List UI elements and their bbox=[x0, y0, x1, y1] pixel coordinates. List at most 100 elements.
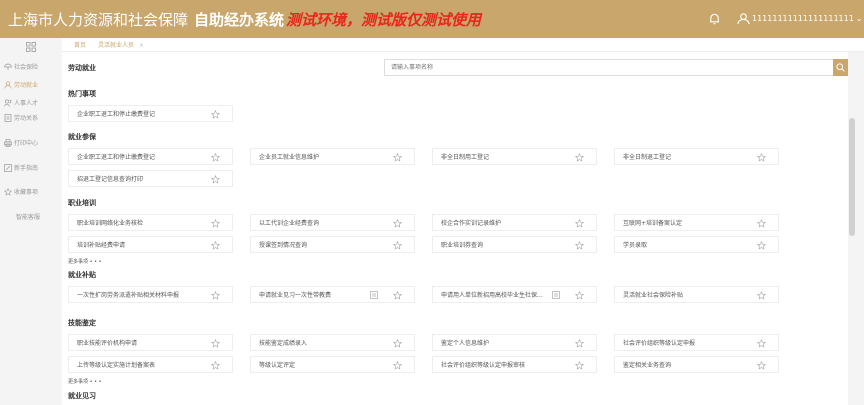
favorite-star-icon[interactable] bbox=[392, 240, 403, 250]
service-card-label: 申请就业见习一次性带教费 bbox=[259, 292, 332, 299]
service-card[interactable]: 企业员工就业信息维护 bbox=[250, 148, 415, 165]
favorite-star-icon[interactable] bbox=[210, 338, 221, 348]
service-card[interactable]: 等级认定评定 bbox=[250, 356, 415, 373]
sidebar-item-talent[interactable]: 人事人才 bbox=[4, 98, 38, 107]
favorite-star-icon[interactable] bbox=[574, 218, 585, 228]
user-menu[interactable]: 11111111111111111111 ⌄ bbox=[737, 12, 863, 25]
tab-home[interactable]: 首页 bbox=[74, 40, 86, 49]
close-icon[interactable]: × bbox=[139, 42, 144, 49]
service-card[interactable]: 职业培训网络化业务核检 bbox=[68, 214, 233, 231]
service-card[interactable]: 技能鉴定成绩录入 bbox=[250, 334, 415, 351]
service-card[interactable]: 招退工登记信息查询打印 bbox=[68, 170, 233, 187]
favorite-star-icon[interactable] bbox=[392, 218, 403, 228]
service-card[interactable]: 申请就业见习一次性带教费 bbox=[250, 286, 415, 303]
favorite-star-icon[interactable] bbox=[756, 290, 767, 300]
service-card[interactable]: 职业培训券查询 bbox=[432, 236, 597, 253]
favorite-star-icon[interactable] bbox=[756, 360, 767, 370]
service-card[interactable]: 社会评价组织等级认定申报审核 bbox=[432, 356, 597, 373]
service-card[interactable]: 企业职工退工和停止缴费登记 bbox=[68, 148, 233, 165]
service-card-label: 以工代训企业经费查询 bbox=[259, 220, 320, 227]
service-card[interactable]: 企业职工退工和停止缴费登记 bbox=[68, 105, 233, 122]
document-icon[interactable] bbox=[370, 291, 378, 299]
favorite-star-icon[interactable] bbox=[756, 240, 767, 250]
sidebar: 社会保险 劳动就业 人事人才 劳动关系 打印中心 新手指南 收藏事项 智能客服 bbox=[0, 38, 62, 405]
service-card[interactable]: 一次性扩岗劳务派遣补贴相关材料申报 bbox=[68, 286, 233, 303]
favorite-star-icon[interactable] bbox=[392, 152, 403, 162]
document-icon[interactable] bbox=[552, 291, 560, 299]
section-title: 就业见习 bbox=[68, 392, 96, 400]
service-card[interactable]: 上传等级认定实施计划备案表 bbox=[68, 356, 233, 373]
favorite-star-icon[interactable] bbox=[210, 152, 221, 162]
sidebar-item-social-insurance[interactable]: 社会保险 bbox=[4, 62, 38, 71]
user-icon bbox=[737, 13, 750, 25]
people-icon bbox=[4, 99, 12, 107]
favorite-star-icon[interactable] bbox=[210, 240, 221, 250]
grid-menu-icon[interactable] bbox=[26, 42, 36, 52]
service-card[interactable]: 非全日制用工登记 bbox=[432, 148, 597, 165]
favorite-star-icon[interactable] bbox=[210, 109, 221, 119]
more-items-link[interactable]: 更多事项 • • • bbox=[68, 378, 102, 385]
tab-bar: 首页 灵活就业人员 × bbox=[62, 38, 864, 52]
service-card[interactable]: 申请用人单位新招用高校毕业生社保... bbox=[432, 286, 597, 303]
service-card[interactable]: 社会评价组织等级认定申报 bbox=[614, 334, 779, 351]
service-card-label: 培训补贴经费申请 bbox=[77, 242, 126, 249]
service-card[interactable]: 非全日制退工登记 bbox=[614, 148, 779, 165]
favorite-star-icon[interactable] bbox=[756, 152, 767, 162]
service-card[interactable]: 授课签到情况查询 bbox=[250, 236, 415, 253]
service-card[interactable]: 鉴定个人信息维护 bbox=[432, 334, 597, 351]
sidebar-item-favorites[interactable]: 收藏事项 bbox=[4, 187, 38, 196]
service-card[interactable]: 职业技能评价机构申请 bbox=[68, 334, 233, 351]
favorite-star-icon[interactable] bbox=[756, 338, 767, 348]
person-icon bbox=[4, 80, 12, 89]
service-card-label: 申请用人单位新招用高校毕业生社保... bbox=[441, 292, 543, 299]
search-button[interactable] bbox=[833, 59, 848, 76]
page-title: 劳动就业 bbox=[68, 64, 96, 72]
service-card[interactable]: 以工代训企业经费查询 bbox=[250, 214, 415, 231]
favorite-star-icon[interactable] bbox=[574, 240, 585, 250]
service-card-label: 授课签到情况查询 bbox=[259, 242, 308, 249]
section-title: 就业补贴 bbox=[68, 271, 96, 279]
service-card[interactable]: 互联网+培训备案认定 bbox=[614, 214, 779, 231]
service-card-label: 等级认定评定 bbox=[259, 362, 296, 369]
service-card[interactable]: 灵活就业社会保险补贴 bbox=[614, 286, 779, 303]
tab-current[interactable]: 灵活就业人员 × bbox=[98, 40, 144, 49]
favorite-star-icon[interactable] bbox=[756, 218, 767, 228]
favorite-star-icon[interactable] bbox=[392, 338, 403, 348]
service-card-label: 非全日制退工登记 bbox=[623, 154, 672, 161]
search-bar: 劳动就业 bbox=[62, 59, 848, 77]
scrollbar-thumb[interactable] bbox=[849, 118, 855, 236]
search-input[interactable] bbox=[384, 59, 834, 76]
sidebar-item-guide[interactable]: 新手指南 bbox=[4, 163, 38, 172]
sidebar-item-employment[interactable]: 劳动就业 bbox=[4, 80, 38, 89]
edit-icon bbox=[4, 163, 12, 172]
service-card-label: 校企合作实训记录维护 bbox=[441, 220, 502, 227]
service-card[interactable]: 学员录取 bbox=[614, 236, 779, 253]
scrollbar[interactable] bbox=[849, 52, 855, 405]
sidebar-item-labor-relations[interactable]: 劳动关系 bbox=[4, 113, 38, 122]
favorite-star-icon[interactable] bbox=[210, 360, 221, 370]
service-card-label: 鉴定相关业务查询 bbox=[623, 362, 672, 369]
service-card-label: 一次性扩岗劳务派遣补贴相关材料申报 bbox=[77, 292, 180, 299]
favorite-star-icon[interactable] bbox=[574, 360, 585, 370]
favorite-star-icon[interactable] bbox=[210, 174, 221, 184]
more-items-link[interactable]: 更多事项 • • • bbox=[68, 258, 102, 265]
service-card[interactable]: 校企合作实训记录维护 bbox=[432, 214, 597, 231]
favorite-star-icon[interactable] bbox=[392, 360, 403, 370]
section-title: 就业参保 bbox=[68, 133, 96, 141]
sidebar-item-print-center[interactable]: 打印中心 bbox=[4, 138, 38, 147]
service-card[interactable]: 鉴定相关业务查询 bbox=[614, 356, 779, 373]
sidebar-item-smart-service[interactable]: 智能客服 bbox=[16, 212, 40, 221]
favorite-star-icon[interactable] bbox=[210, 218, 221, 228]
service-card-label: 职业技能评价机构申请 bbox=[77, 340, 138, 347]
bell-icon[interactable] bbox=[708, 12, 721, 26]
title-warning: 测试环境，测试版仅测试使用 bbox=[286, 10, 482, 29]
favorite-star-icon[interactable] bbox=[574, 152, 585, 162]
favorite-star-icon[interactable] bbox=[392, 290, 403, 300]
service-card[interactable]: 培训补贴经费申请 bbox=[68, 236, 233, 253]
favorite-star-icon[interactable] bbox=[574, 338, 585, 348]
service-card-label: 企业职工退工和停止缴费登记 bbox=[77, 154, 156, 161]
favorite-star-icon[interactable] bbox=[574, 290, 585, 300]
service-card-label: 灵活就业社会保险补贴 bbox=[623, 292, 684, 299]
service-card-label: 学员录取 bbox=[623, 242, 648, 249]
favorite-star-icon[interactable] bbox=[210, 290, 221, 300]
